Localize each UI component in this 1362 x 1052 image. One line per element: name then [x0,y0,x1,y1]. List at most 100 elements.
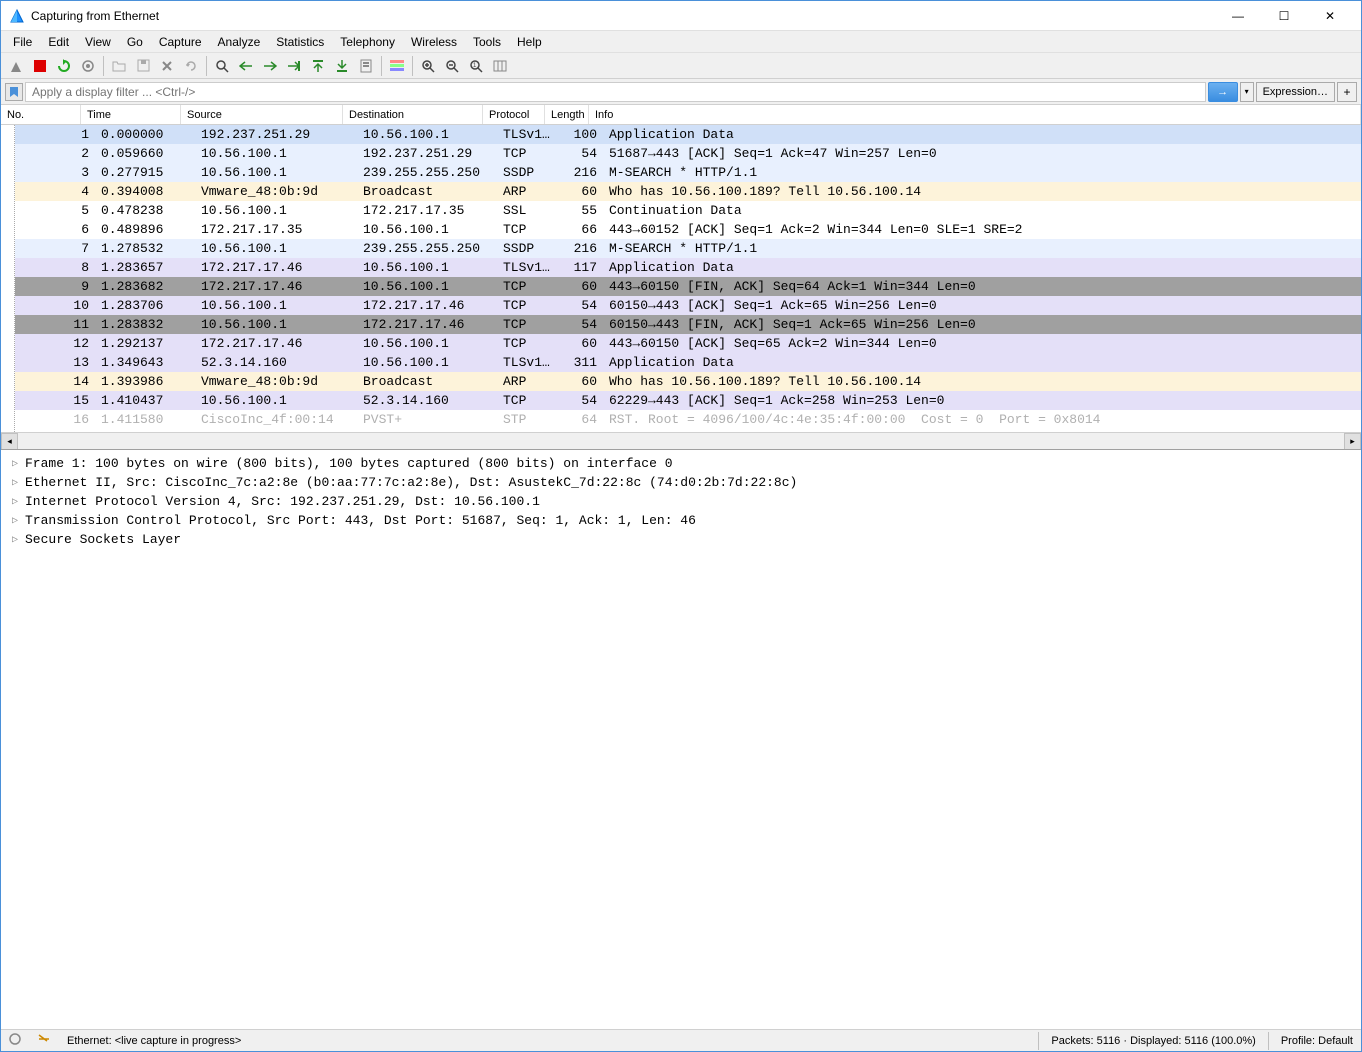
go-first-icon[interactable] [307,55,329,77]
maximize-button[interactable]: ☐ [1261,1,1307,31]
app-icon [9,8,25,24]
reload-icon[interactable] [180,55,202,77]
column-header-time[interactable]: Time [81,105,181,124]
menu-statistics[interactable]: Statistics [268,33,332,51]
scroll-left-icon[interactable]: ◂ [1,433,18,450]
status-packets: Packets: 5116 · Displayed: 5116 (100.0%) [1047,1035,1259,1047]
column-header-source[interactable]: Source [181,105,343,124]
expand-icon[interactable]: ▷ [9,458,21,470]
packet-row[interactable]: 50.47823810.56.100.1172.217.17.35SSL55Co… [1,201,1361,220]
status-interface: Ethernet: <live capture in progress> [63,1035,245,1047]
detail-tree-row[interactable]: ▷Secure Sockets Layer [9,530,1353,549]
toolbar-separator [412,56,413,76]
zoom-out-icon[interactable] [441,55,463,77]
expert-info-icon[interactable] [5,1033,25,1048]
filter-history-dropdown[interactable]: ▾ [1240,82,1254,102]
zoom-reset-icon[interactable]: 1 [465,55,487,77]
expand-icon[interactable]: ▷ [9,477,21,489]
packet-list-header: No. Time Source Destination Protocol Len… [1,105,1361,125]
packet-row[interactable]: 141.393986Vmware_48:0b:9dBroadcastARP60W… [1,372,1361,391]
detail-tree-row[interactable]: ▷Frame 1: 100 bytes on wire (800 bits), … [9,454,1353,473]
menu-capture[interactable]: Capture [151,33,210,51]
column-header-length[interactable]: Length [545,105,589,124]
open-file-icon[interactable] [108,55,130,77]
auto-scroll-icon[interactable] [355,55,377,77]
go-to-packet-icon[interactable] [283,55,305,77]
menu-help[interactable]: Help [509,33,550,51]
column-header-info[interactable]: Info [589,105,1361,124]
toolbar-separator [381,56,382,76]
restart-capture-icon[interactable] [53,55,75,77]
column-header-no[interactable]: No. [1,105,81,124]
minimize-button[interactable]: — [1215,1,1261,31]
horizontal-scrollbar[interactable]: ◂ ▸ [1,432,1361,449]
zoom-in-icon[interactable] [417,55,439,77]
apply-filter-button[interactable]: → [1208,82,1238,102]
scroll-track[interactable] [18,433,1344,450]
column-header-destination[interactable]: Destination [343,105,483,124]
capture-options-icon[interactable] [77,55,99,77]
detail-tree-row[interactable]: ▷Ethernet II, Src: CiscoInc_7c:a2:8e (b0… [9,473,1353,492]
packet-row[interactable]: 71.27853210.56.100.1239.255.255.250SSDP2… [1,239,1361,258]
go-forward-icon[interactable] [259,55,281,77]
go-back-icon[interactable] [235,55,257,77]
menu-go[interactable]: Go [119,33,151,51]
packet-row[interactable]: 81.283657172.217.17.4610.56.100.1TLSv1…1… [1,258,1361,277]
expand-icon[interactable]: ▷ [9,496,21,508]
packet-row[interactable]: 151.41043710.56.100.152.3.14.160TCP54622… [1,391,1361,410]
expression-button[interactable]: Expression… [1256,82,1335,102]
start-capture-icon[interactable] [5,55,27,77]
detail-tree-row[interactable]: ▷Transmission Control Protocol, Src Port… [9,511,1353,530]
status-separator [1268,1032,1269,1050]
menu-tools[interactable]: Tools [465,33,509,51]
toolbar-separator [103,56,104,76]
column-header-protocol[interactable]: Protocol [483,105,545,124]
scroll-right-icon[interactable]: ▸ [1344,433,1361,450]
save-file-icon[interactable] [132,55,154,77]
find-icon[interactable] [211,55,233,77]
menu-file[interactable]: File [5,33,40,51]
stop-capture-icon[interactable] [29,55,51,77]
add-filter-button[interactable]: + [1337,82,1357,102]
menu-bar: File Edit View Go Capture Analyze Statis… [1,31,1361,53]
packet-row[interactable]: 20.05966010.56.100.1192.237.251.29TCP545… [1,144,1361,163]
colorize-icon[interactable] [386,55,408,77]
close-file-icon[interactable] [156,55,178,77]
go-last-icon[interactable] [331,55,353,77]
packet-row[interactable]: 30.27791510.56.100.1239.255.255.250SSDP2… [1,163,1361,182]
related-packet-marker [1,125,15,432]
packet-row[interactable]: 121.292137172.217.17.4610.56.100.1TCP604… [1,334,1361,353]
window-title: Capturing from Ethernet [31,9,1215,23]
display-filter-input[interactable] [25,82,1206,102]
menu-view[interactable]: View [77,33,119,51]
packet-row[interactable]: 171.839880CiscoInc_4f:00:14PVST+STP64RST… [1,429,1361,432]
toolbar-separator [206,56,207,76]
menu-analyze[interactable]: Analyze [210,33,269,51]
packet-list-pane: No. Time Source Destination Protocol Len… [1,105,1361,450]
capture-comment-icon[interactable] [33,1033,55,1048]
packet-row[interactable]: 40.394008Vmware_48:0b:9dBroadcastARP60Wh… [1,182,1361,201]
expand-icon[interactable]: ▷ [9,515,21,527]
expand-icon[interactable]: ▷ [9,534,21,546]
detail-tree-row[interactable]: ▷Internet Protocol Version 4, Src: 192.2… [9,492,1353,511]
packet-row[interactable]: 161.411580CiscoInc_4f:00:14PVST+STP64RST… [1,410,1361,429]
packet-row[interactable]: 10.000000192.237.251.2910.56.100.1TLSv1…… [1,125,1361,144]
status-profile[interactable]: Profile: Default [1277,1035,1357,1047]
close-button[interactable]: ✕ [1307,1,1353,31]
packet-row[interactable]: 60.489896172.217.17.3510.56.100.1TCP6644… [1,220,1361,239]
main-toolbar: 1 [1,53,1361,79]
packet-row[interactable]: 101.28370610.56.100.1172.217.17.46TCP546… [1,296,1361,315]
resize-columns-icon[interactable] [489,55,511,77]
title-bar: Capturing from Ethernet — ☐ ✕ [1,1,1361,31]
packet-list-body[interactable]: 10.000000192.237.251.2910.56.100.1TLSv1…… [1,125,1361,432]
menu-edit[interactable]: Edit [40,33,77,51]
menu-wireless[interactable]: Wireless [403,33,465,51]
menu-telephony[interactable]: Telephony [332,33,403,51]
packet-row[interactable]: 131.34964352.3.14.16010.56.100.1TLSv1…31… [1,353,1361,372]
status-bar: Ethernet: <live capture in progress> Pac… [1,1029,1361,1051]
packet-row[interactable]: 91.283682172.217.17.4610.56.100.1TCP6044… [1,277,1361,296]
packet-row[interactable]: 111.28383210.56.100.1172.217.17.46TCP546… [1,315,1361,334]
status-separator [1038,1032,1039,1050]
packet-details-pane[interactable]: ▷Frame 1: 100 bytes on wire (800 bits), … [1,450,1361,1029]
bookmark-filter-icon[interactable] [5,83,23,101]
